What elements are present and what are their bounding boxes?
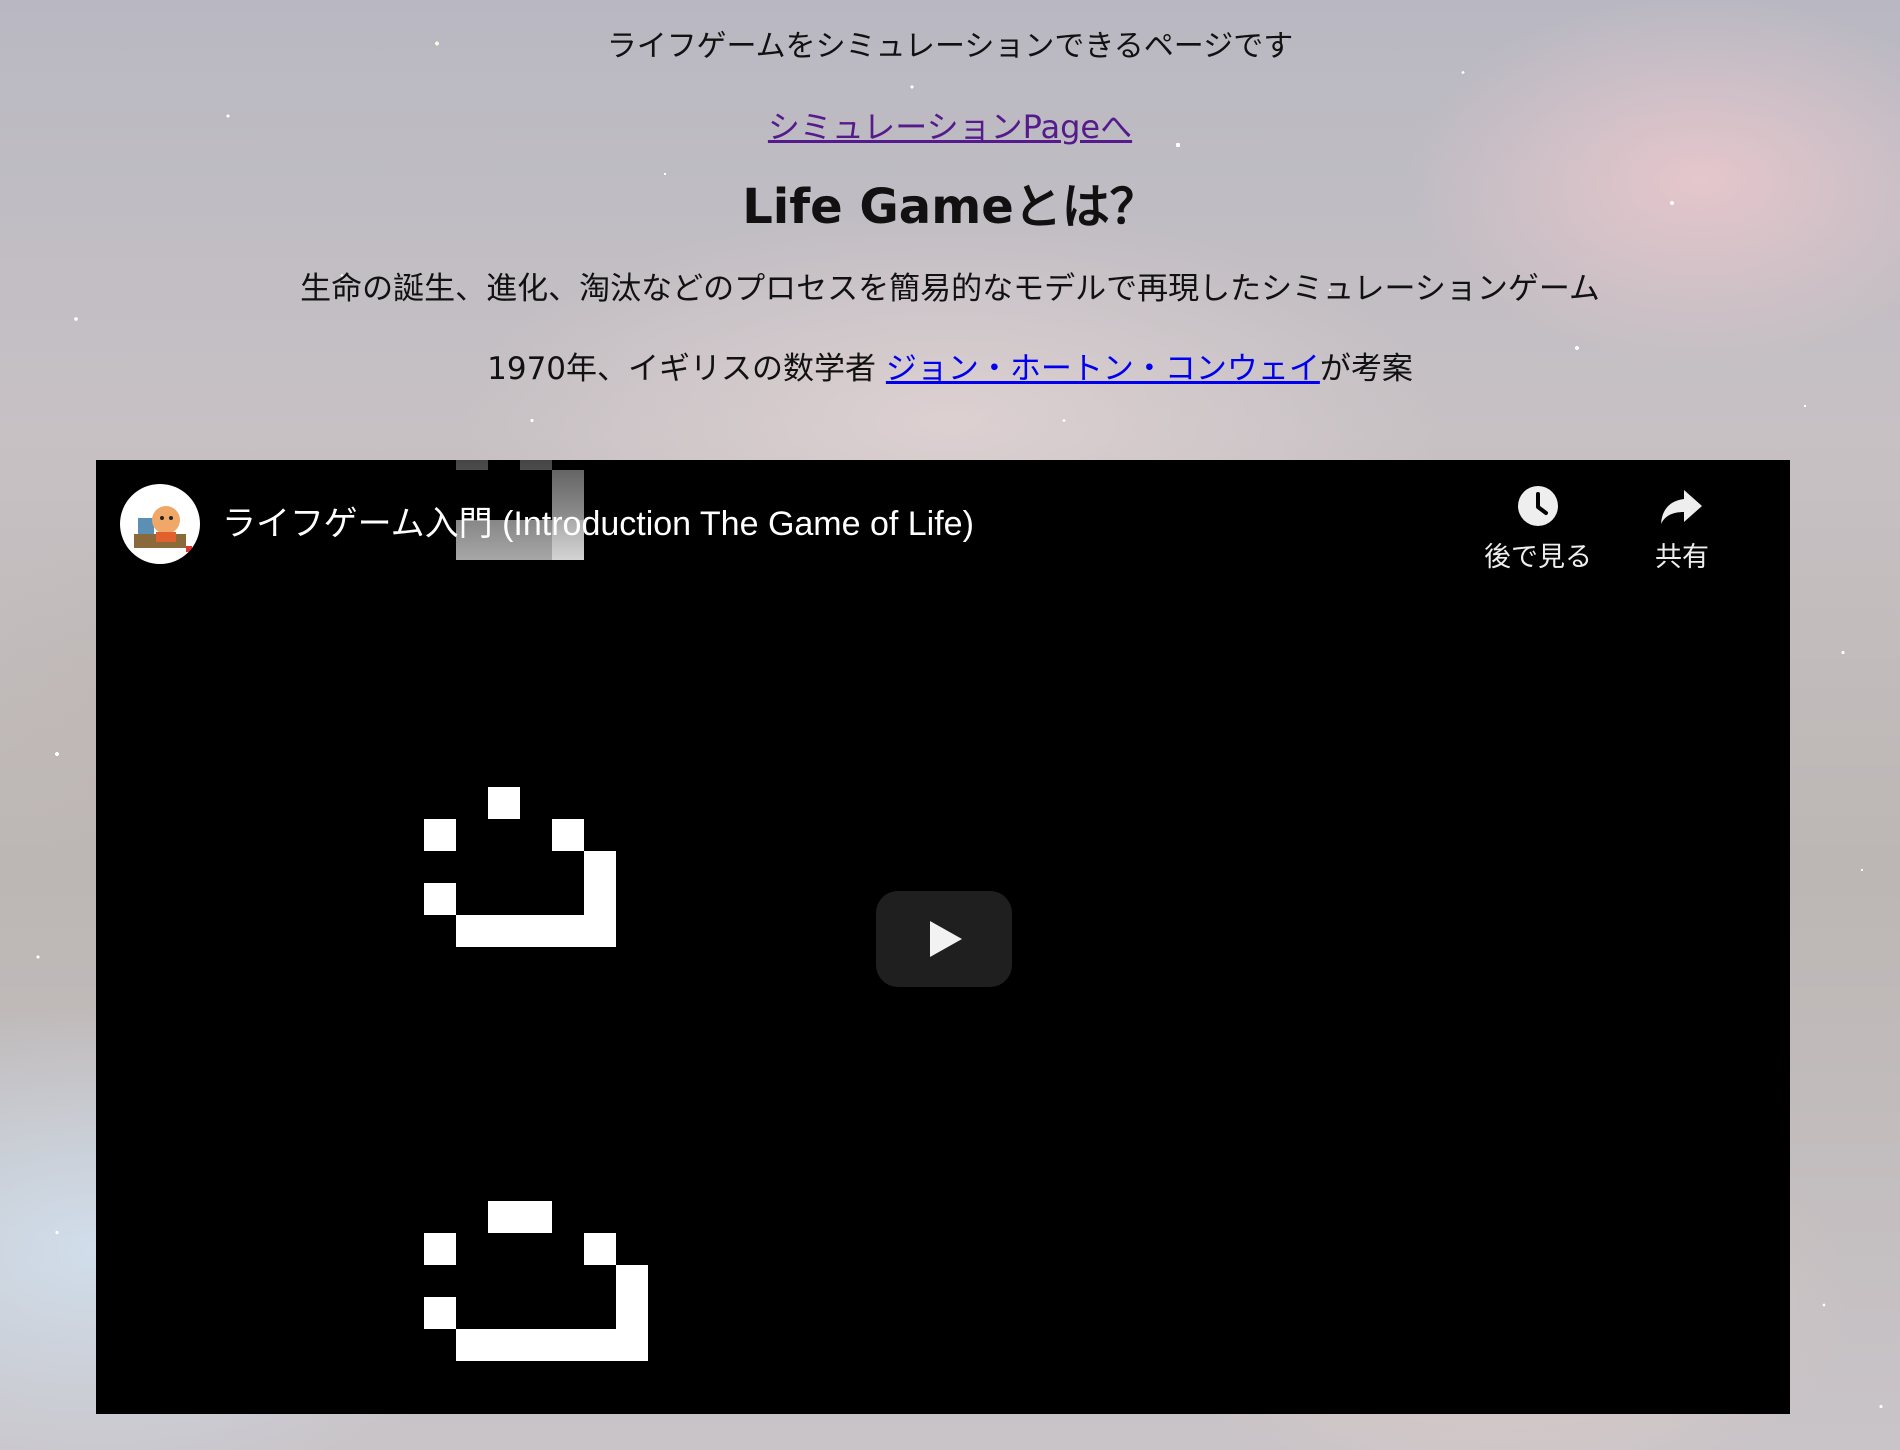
credit-text: 1970年、イギリスの数学者 ジョン・ホートン・コンウェイが考案 xyxy=(0,349,1900,389)
description-text: 生命の誕生、進化、淘汰などのプロセスを簡易的なモデルで再現したシミュレーションゲ… xyxy=(300,271,1600,307)
video-player[interactable]: ライフゲーム入門 (Introduction The Game of Life)… xyxy=(96,460,1790,1414)
conway-link[interactable]: ジョン・ホートン・コンウェイ xyxy=(886,351,1320,387)
watch-later-button[interactable]: 後で見る xyxy=(1468,482,1608,574)
share-arrow-icon xyxy=(1661,490,1702,524)
channel-avatar-icon xyxy=(134,506,192,552)
channel-avatar[interactable] xyxy=(120,484,200,564)
life-cells-bottom xyxy=(424,1201,648,1361)
clock-icon xyxy=(1518,486,1558,526)
share-button[interactable]: 共有 xyxy=(1612,482,1752,574)
credit-suffix: が考案 xyxy=(1319,351,1413,387)
life-cells-middle xyxy=(424,787,616,947)
play-icon xyxy=(930,921,962,957)
intro-text: ライフゲームをシミュレーションできるページです xyxy=(606,29,1294,64)
credit-prefix: 1970年、イギリスの数学者 xyxy=(487,351,886,387)
play-button[interactable] xyxy=(876,891,1012,987)
share-label: 共有 xyxy=(1655,542,1709,573)
video-title[interactable]: ライフゲーム入門 (Introduction The Game of Life) xyxy=(222,504,974,544)
watch-later-label: 後で見る xyxy=(1484,542,1592,573)
simulation-page-link[interactable]: シミュレーションPageへ xyxy=(768,107,1132,147)
page-content: ライフゲームをシミュレーションできるページです シミュレーションPageへ Li… xyxy=(0,0,1900,389)
page-heading: Life Gameとは？ xyxy=(742,179,1158,235)
